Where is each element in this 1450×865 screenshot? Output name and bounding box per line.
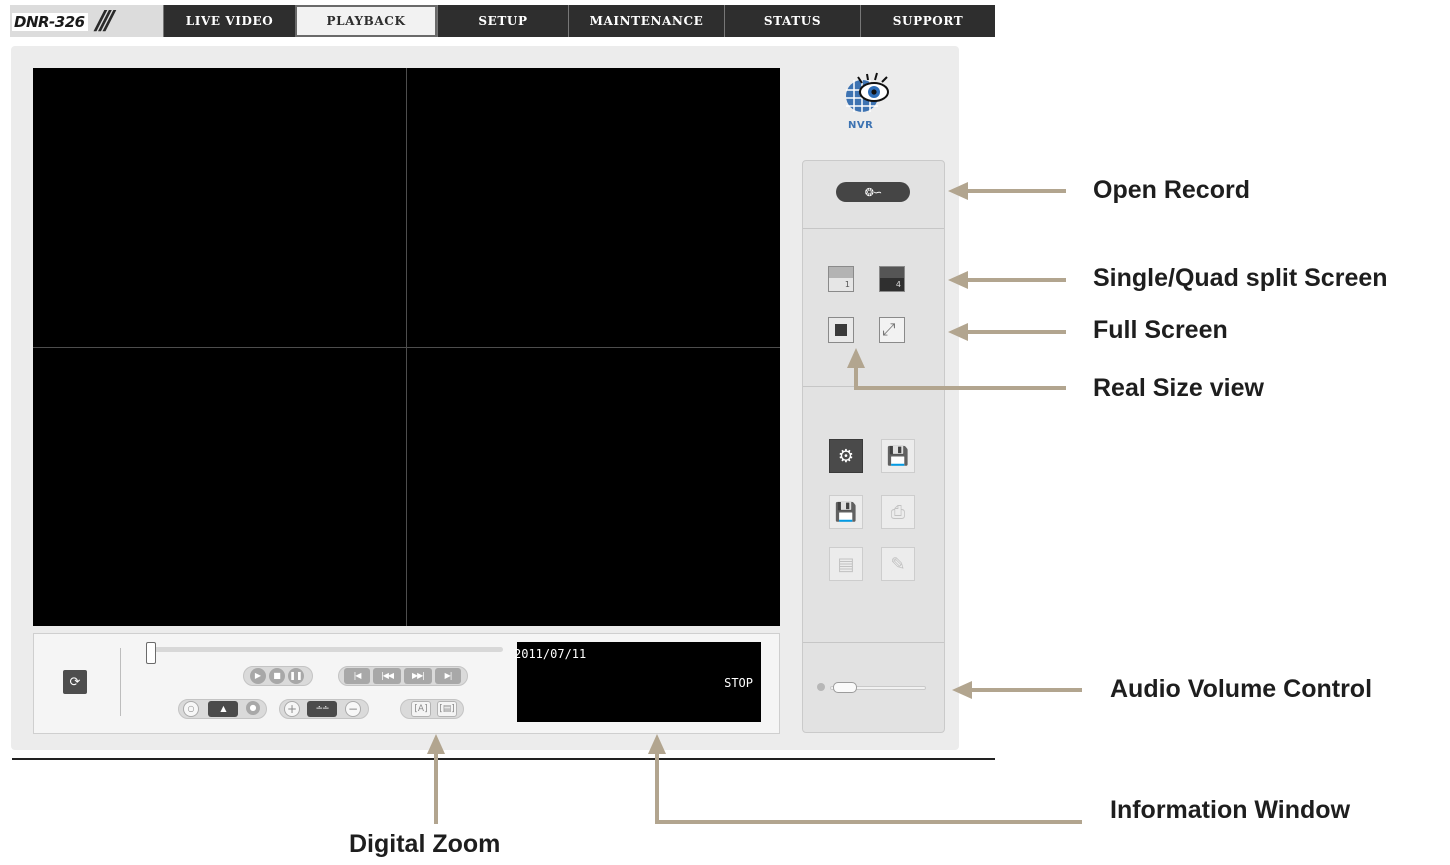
last-frame-icon[interactable]: ▶|	[435, 668, 461, 684]
speaker-icon	[817, 683, 825, 691]
model-slash-decoration: ///	[96, 6, 114, 36]
quad-divider-horizontal	[33, 347, 780, 348]
quad-screen-icon[interactable]: 4	[879, 266, 905, 292]
zoom-reset-icon[interactable]: ∸∸	[307, 701, 337, 717]
callout-information-window: Information Window	[1110, 796, 1351, 824]
nvr-logo-text: NVR	[848, 120, 874, 131]
callout-arrowhead	[948, 271, 968, 289]
edit-icon[interactable]: ✎	[881, 547, 915, 581]
play-icon[interactable]: ▶	[250, 668, 266, 684]
callout-arrowhead	[948, 323, 968, 341]
print-icon[interactable]: ⎙	[881, 495, 915, 529]
nav-tab-playback[interactable]: PLAYBACK	[295, 5, 437, 37]
zoom-in-icon[interactable]: +	[284, 701, 300, 717]
info-status: STOP	[724, 676, 753, 690]
callout-arrow-line	[966, 278, 1066, 282]
full-screen-icon[interactable]: ⤢	[879, 317, 905, 343]
callout-arrow-line	[655, 820, 1082, 824]
callout-full-screen: Full Screen	[1093, 316, 1228, 344]
control-divider	[120, 648, 121, 716]
panel-separator	[803, 228, 944, 229]
callout-arrow-line	[434, 752, 438, 824]
callout-arrow-line	[966, 189, 1066, 193]
zoom-out-icon[interactable]: −	[345, 701, 361, 717]
callout-arrow-line	[854, 386, 1066, 390]
model-name: DNR-326	[12, 13, 88, 31]
volume-slider-thumb[interactable]	[833, 682, 857, 693]
settings-icon[interactable]: ⚙	[829, 439, 863, 473]
next-icon[interactable]: ▶▶|	[404, 668, 432, 684]
backup-icon[interactable]: ▤	[829, 547, 863, 581]
model-badge: DNR-326 ///	[10, 5, 163, 37]
nav-tab-status[interactable]: STATUS	[724, 5, 860, 37]
page-baseline	[12, 758, 995, 760]
nav-tab-live-video[interactable]: LIVE VIDEO	[163, 5, 295, 37]
timeline-slider-thumb[interactable]	[146, 642, 156, 664]
top-navigation: DNR-326 /// LIVE VIDEO PLAYBACK SETUP MA…	[0, 0, 995, 40]
panel-separator	[803, 642, 944, 643]
nav-tab-support[interactable]: SUPPORT	[860, 5, 995, 37]
speed-up-icon[interactable]: ▲	[208, 701, 238, 717]
callout-audio-volume: Audio Volume Control	[1110, 675, 1373, 703]
video-display-quad[interactable]	[33, 68, 780, 626]
info-date: 2011/07/11	[514, 647, 587, 661]
save-snapshot-icon[interactable]: 💾	[829, 495, 863, 529]
first-frame-icon[interactable]: |◀	[344, 668, 370, 684]
information-window: 2011/07/11 STOP	[514, 642, 761, 722]
callout-arrowhead	[847, 348, 865, 368]
callout-arrow-line	[966, 330, 1066, 334]
fit-window-icon[interactable]: [A]	[411, 701, 431, 717]
previous-icon[interactable]: |◀◀	[373, 668, 401, 684]
fast-speed-icon[interactable]: ●	[246, 701, 260, 715]
callout-arrow-line	[970, 688, 1082, 692]
callout-digital-zoom: Digital Zoom	[349, 830, 501, 858]
timeline-slider-track[interactable]	[151, 647, 503, 652]
callout-split-screen: Single/Quad split Screen	[1093, 264, 1388, 292]
nav-tab-setup[interactable]: SETUP	[437, 5, 568, 37]
callout-open-record: Open Record	[1093, 176, 1250, 204]
single-screen-icon[interactable]: 1	[828, 266, 854, 292]
callout-arrowhead	[648, 734, 666, 754]
real-size-view-icon[interactable]	[828, 317, 854, 343]
slow-speed-icon[interactable]: ○	[183, 701, 199, 717]
callout-real-size: Real Size view	[1093, 374, 1264, 402]
stop-icon[interactable]: ■	[269, 668, 285, 684]
deinterlace-icon[interactable]: [▤]	[437, 701, 457, 717]
callout-arrowhead	[427, 734, 445, 754]
callout-arrowhead	[948, 182, 968, 200]
pause-icon[interactable]: ❚❚	[288, 668, 304, 684]
callout-arrowhead	[952, 681, 972, 699]
open-record-button[interactable]: ❂∽	[836, 182, 910, 202]
reset-view-button[interactable]: ⟳	[63, 670, 87, 694]
nav-tab-maintenance[interactable]: MAINTENANCE	[568, 5, 724, 37]
save-video-icon[interactable]: 💾	[881, 439, 915, 473]
right-control-panel	[802, 160, 945, 733]
callout-arrow-line	[655, 752, 659, 824]
